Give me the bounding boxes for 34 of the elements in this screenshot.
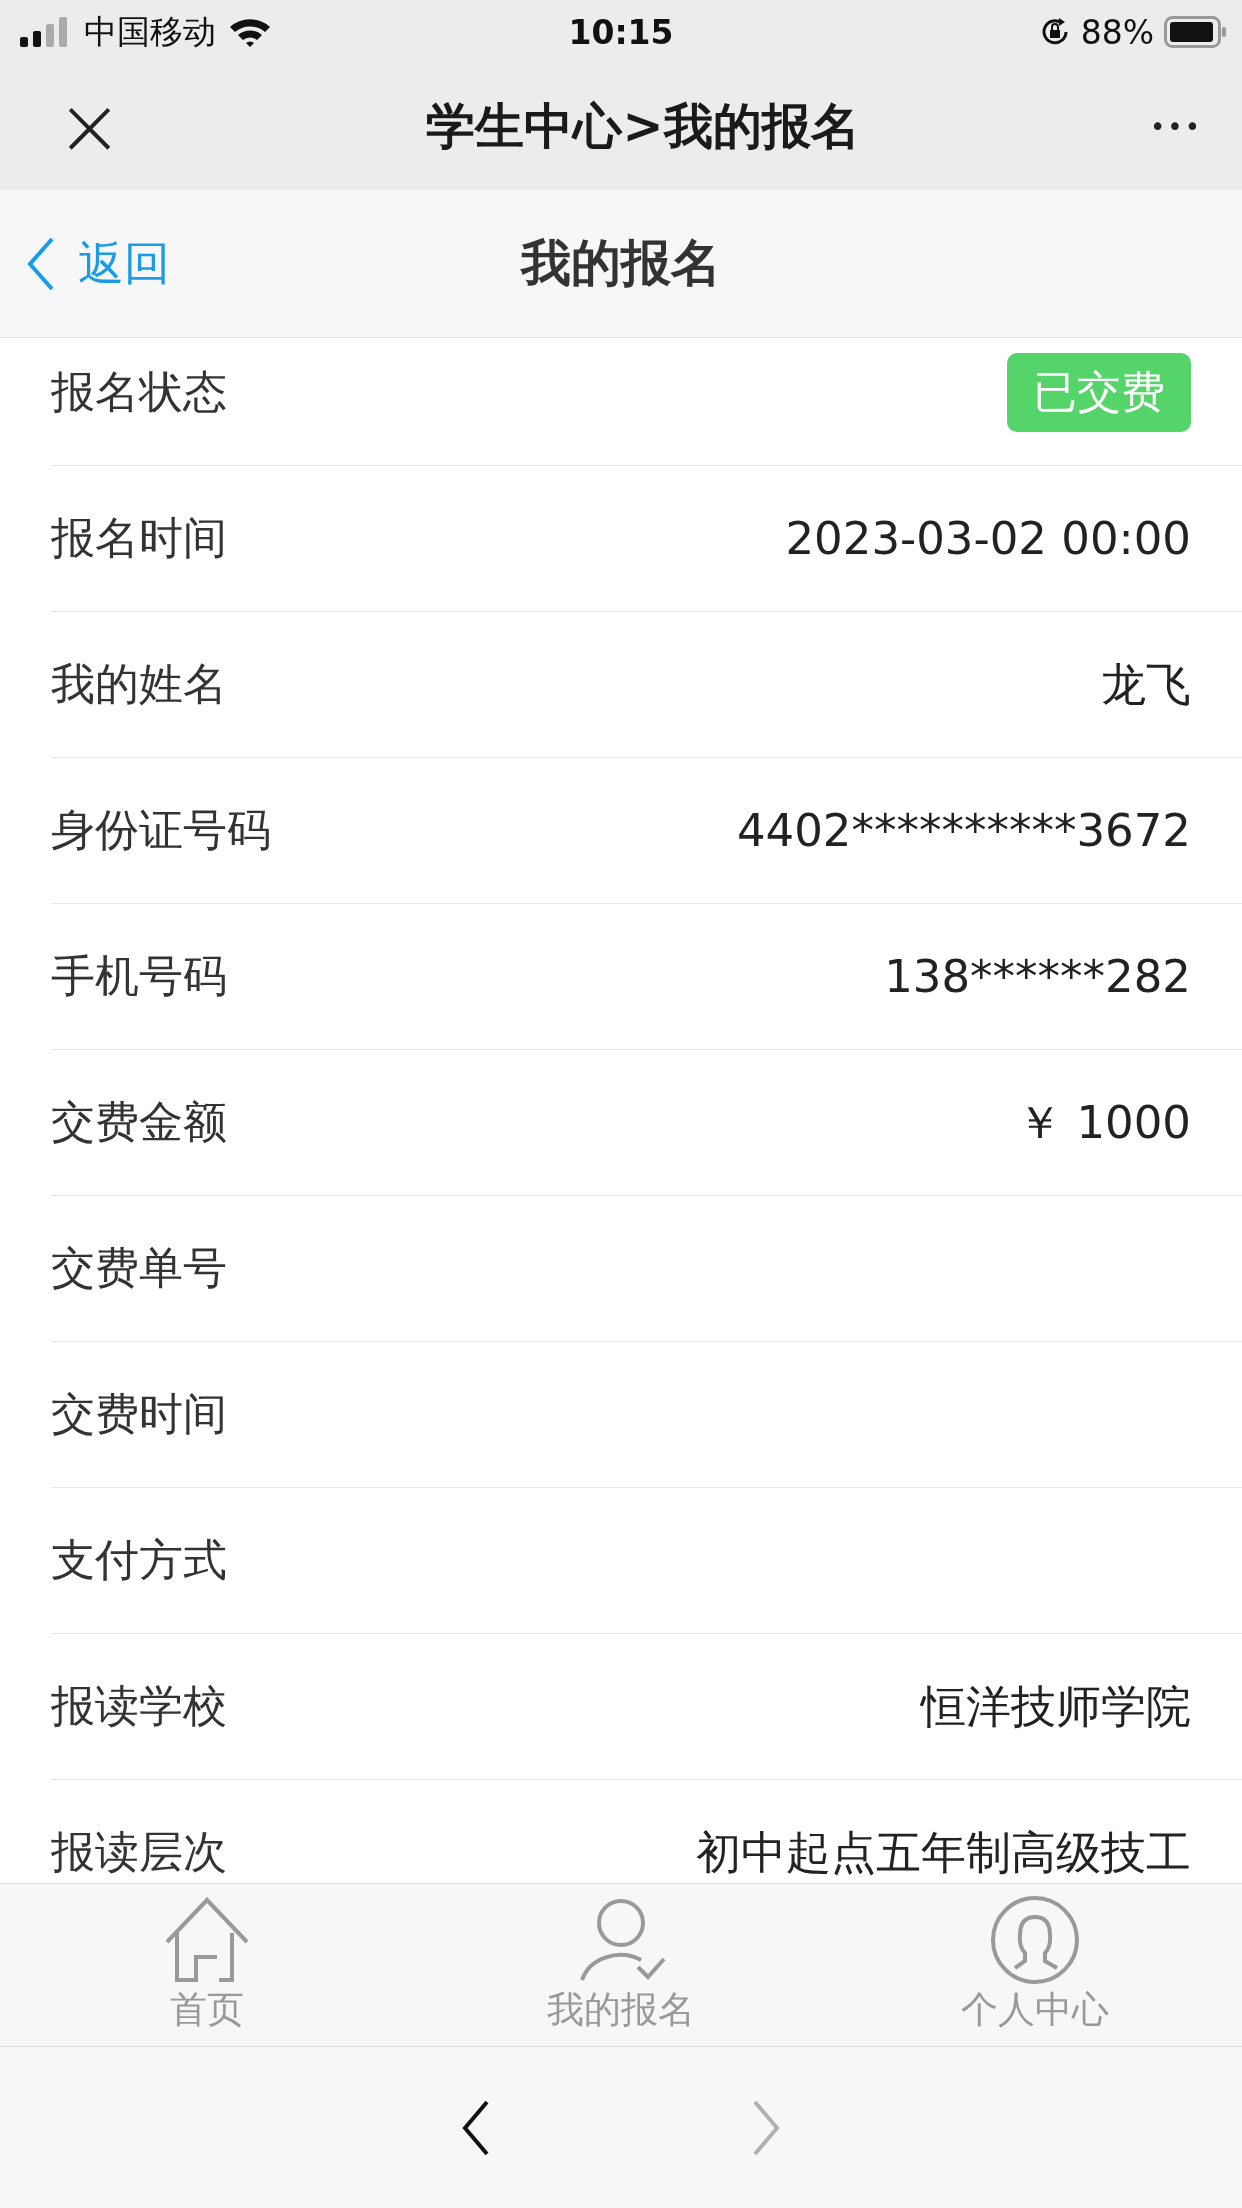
tab-bar-item[interactable]: 首页 (0, 1884, 414, 2046)
field-value: 恒洋技师学院 (921, 1678, 1191, 1735)
user-profile-icon (990, 1895, 1080, 1985)
field-label: 我的姓名 (51, 657, 227, 711)
field-label: 交费金额 (51, 1095, 227, 1149)
status-badge: 已交费 (1007, 353, 1191, 432)
tab-bar-item[interactable]: 我的报名 (414, 1884, 828, 2046)
field-value: 初中起点五年制高级技工 (696, 1824, 1191, 1881)
wifi-icon (228, 16, 272, 48)
more-button[interactable]: ••• (1149, 112, 1202, 142)
field-label: 手机号码 (51, 949, 227, 1003)
field-label: 报读层次 (51, 1825, 227, 1879)
tab-bar-item[interactable]: 个人中心 (828, 1884, 1242, 2046)
battery-icon (1164, 16, 1228, 48)
field-value: 138******282 (884, 950, 1191, 1003)
chevron-left-icon (26, 236, 56, 291)
window-title: 学生中心>我的报名 (426, 97, 860, 157)
field-label: 交费时间 (51, 1387, 227, 1441)
field-label: 报名时间 (51, 511, 227, 565)
field-value: 2023-03-02 00:00 (785, 512, 1191, 565)
close-button[interactable]: × (56, 87, 116, 167)
field-label: 身份证号码 (51, 803, 271, 857)
back-link[interactable]: 返回 (26, 232, 170, 295)
field-label: 交费单号 (51, 1241, 227, 1295)
field-value: ￥ 1000 (1017, 1094, 1191, 1151)
clock-time: 10:15 (568, 12, 674, 52)
page-title: 我的报名 (521, 234, 721, 292)
field-value: 4402**********3672 (736, 804, 1191, 857)
carrier-name: 中国移动 (84, 10, 216, 53)
battery-percent: 88% (1080, 12, 1154, 52)
field-value: 龙飞 (1101, 656, 1191, 713)
field-label: 支付方式 (51, 1533, 227, 1587)
field-label: 报名状态 (51, 365, 227, 419)
field-label: 报读学校 (51, 1679, 227, 1733)
